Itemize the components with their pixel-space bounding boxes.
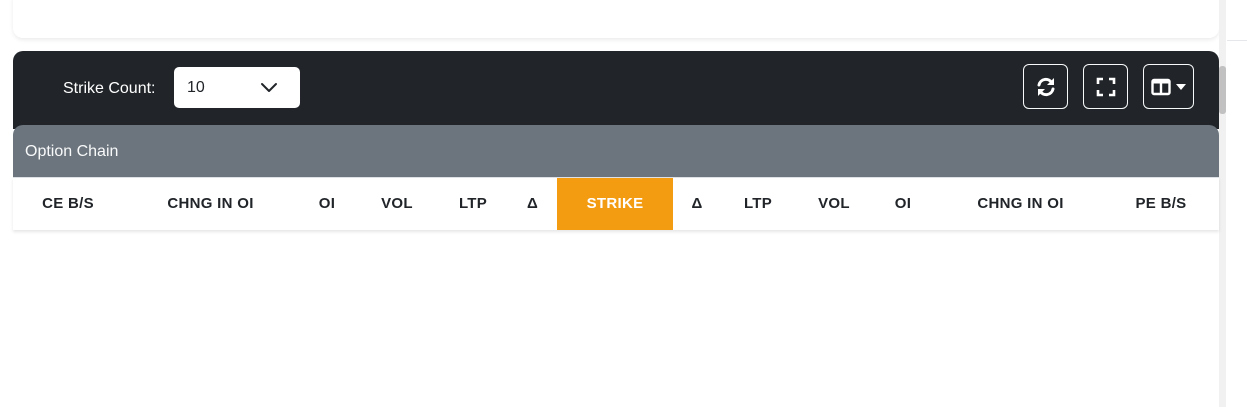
column-header-pe-bs[interactable]: PE B/S: [1108, 178, 1214, 230]
page-scrollbar-thumb[interactable]: [1219, 66, 1226, 114]
option-chain-column-headers: CE B/S CHNG IN OI OI VOL LTP Δ STRIKE Δ …: [13, 177, 1219, 230]
option-chain-title: Option Chain: [25, 143, 119, 160]
fullscreen-icon: [1096, 77, 1115, 96]
refresh-button[interactable]: [1023, 64, 1068, 109]
column-header-ce-ltp[interactable]: LTP: [438, 178, 508, 230]
top-card: [13, 0, 1219, 38]
column-header-pe-vol[interactable]: VOL: [795, 178, 873, 230]
column-header-strike[interactable]: STRIKE: [557, 178, 673, 230]
option-chain-toolbar: Strike Count: 10: [13, 51, 1219, 129]
chevron-down-icon: [261, 83, 277, 92]
column-header-ce-delta[interactable]: Δ: [508, 178, 557, 230]
columns-dropdown-button[interactable]: [1143, 64, 1194, 109]
column-header-ce-vol[interactable]: VOL: [356, 178, 438, 230]
column-header-pe-chng-in-oi[interactable]: CHNG IN OI: [933, 178, 1108, 230]
column-header-ce-chng-in-oi[interactable]: CHNG IN OI: [123, 178, 298, 230]
refresh-icon: [1037, 77, 1054, 96]
column-header-ce-bs[interactable]: CE B/S: [13, 178, 123, 230]
option-chain-header: Option Chain: [13, 125, 1219, 177]
column-header-pe-delta[interactable]: Δ: [673, 178, 721, 230]
column-header-ce-oi[interactable]: OI: [298, 178, 356, 230]
divider: [1227, 40, 1247, 41]
truncated-text-line: [53, 0, 1173, 4]
column-header-pe-oi[interactable]: OI: [873, 178, 933, 230]
fullscreen-button[interactable]: [1083, 64, 1128, 109]
column-header-pe-ltp[interactable]: LTP: [721, 178, 795, 230]
page-scrollbar[interactable]: [1219, 0, 1226, 407]
strike-count-select[interactable]: 10: [174, 67, 300, 108]
caret-down-icon: [1175, 83, 1186, 90]
strike-count-label: Strike Count:: [63, 80, 156, 97]
columns-icon: [1150, 78, 1171, 95]
strike-count-value: 10: [187, 79, 205, 96]
